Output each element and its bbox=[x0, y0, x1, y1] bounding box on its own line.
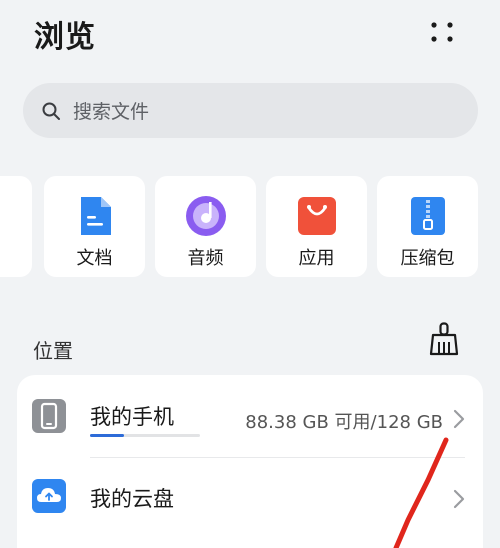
location-name: 我的手机 bbox=[90, 405, 174, 429]
category-label: 压缩包 bbox=[400, 248, 455, 269]
locations-section-title: 位置 bbox=[33, 339, 73, 363]
location-name: 我的云盘 bbox=[90, 487, 174, 511]
zip-archive-icon bbox=[410, 197, 445, 235]
storage-progress-bar bbox=[90, 434, 200, 437]
storage-progress-fill bbox=[90, 434, 125, 437]
app-store-icon bbox=[297, 197, 336, 235]
category-label: 应用 bbox=[298, 248, 335, 269]
broom-clean-icon bbox=[429, 322, 459, 356]
storage-capacity: 88.38 GB 可用/128 GB bbox=[245, 412, 443, 433]
category-card-partial[interactable] bbox=[0, 176, 32, 277]
audio-icon bbox=[185, 196, 226, 236]
location-my-cloud[interactable]: 我的云盘 bbox=[17, 458, 483, 540]
location-my-phone[interactable]: 我的手机 88.38 GB 可用/128 GB bbox=[17, 375, 483, 458]
more-dots-icon bbox=[431, 22, 453, 42]
phone-icon bbox=[32, 399, 66, 433]
document-icon bbox=[80, 197, 111, 235]
search-placeholder: 搜索文件 bbox=[73, 101, 150, 123]
chevron-right-icon bbox=[453, 489, 465, 509]
search-input[interactable]: 搜索文件 bbox=[23, 83, 478, 138]
cloud-drive-icon bbox=[32, 479, 66, 513]
category-label: 音频 bbox=[187, 248, 224, 269]
more-options-button[interactable] bbox=[422, 14, 462, 50]
page-title: 浏览 bbox=[34, 20, 96, 55]
locations-card: 我的手机 88.38 GB 可用/128 GB 我的云盘 bbox=[17, 375, 483, 548]
clean-button[interactable] bbox=[428, 322, 460, 356]
category-documents[interactable]: 文档 bbox=[44, 176, 145, 277]
category-label: 文档 bbox=[76, 248, 113, 269]
category-archives[interactable]: 压缩包 bbox=[377, 176, 478, 277]
category-audio[interactable]: 音频 bbox=[155, 176, 256, 277]
search-icon bbox=[42, 102, 60, 120]
chevron-right-icon bbox=[453, 409, 465, 429]
category-apps[interactable]: 应用 bbox=[266, 176, 367, 277]
